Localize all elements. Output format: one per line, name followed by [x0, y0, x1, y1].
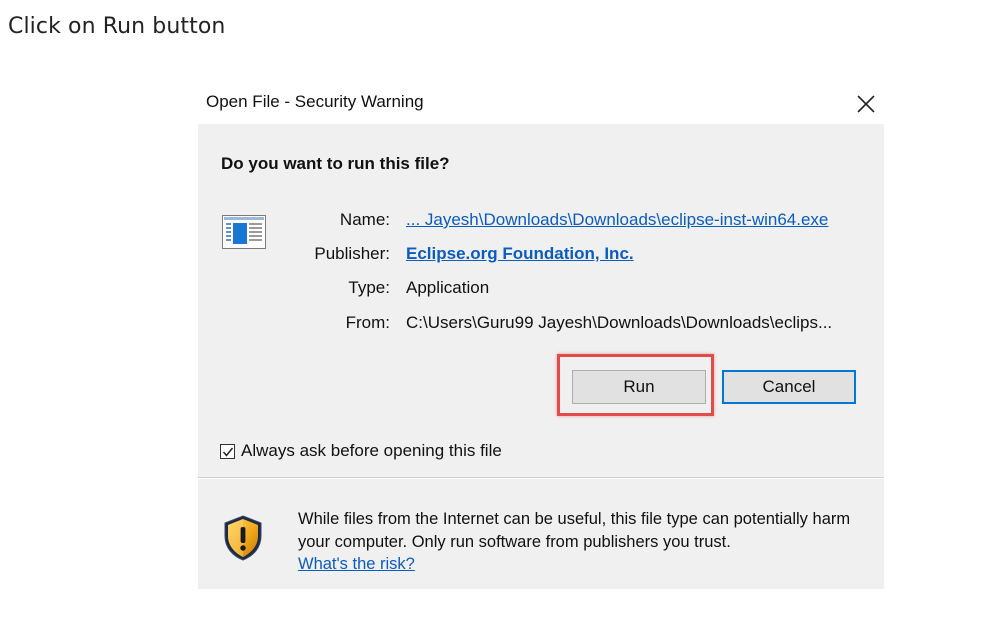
always-ask-checkbox-row[interactable]: Always ask before opening this file	[220, 440, 502, 462]
type-value: Application	[406, 278, 490, 297]
security-warning-dialog: Open File - Security Warning Do you want…	[198, 84, 884, 589]
dialog-divider-highlight	[198, 478, 884, 479]
checkmark-icon	[222, 447, 234, 457]
warning-shield-icon	[222, 514, 264, 567]
dialog-question: Do you want to run this file?	[221, 154, 450, 173]
close-button[interactable]	[850, 88, 882, 120]
from-value: C:\Users\Guru99 Jayesh\Downloads\Downloa…	[406, 313, 833, 332]
dialog-title: Open File - Security Warning	[206, 92, 424, 111]
from-label: From:	[345, 313, 390, 332]
type-label: Type:	[348, 278, 390, 297]
file-name-link[interactable]: ... Jayesh\Downloads\Downloads\eclipse-i…	[406, 210, 828, 230]
warning-text: While files from the Internet can be use…	[298, 510, 851, 551]
name-label: Name:	[339, 210, 390, 229]
publisher-link[interactable]: Eclipse.org Foundation, Inc.	[406, 244, 634, 264]
warning-message: While files from the Internet can be use…	[298, 508, 868, 576]
publisher-label: Publisher:	[314, 244, 390, 263]
dialog-titlebar: Open File - Security Warning	[198, 84, 884, 124]
close-icon	[857, 95, 875, 113]
application-window-icon	[222, 215, 266, 254]
whats-the-risk-link[interactable]: What's the risk?	[298, 553, 415, 576]
always-ask-checkbox[interactable]	[220, 443, 235, 459]
instruction-text: Click on Run button	[8, 14, 226, 39]
always-ask-label: Always ask before opening this file	[241, 441, 502, 460]
cancel-button[interactable]: Cancel	[722, 370, 856, 404]
run-button[interactable]: Run	[572, 370, 706, 404]
